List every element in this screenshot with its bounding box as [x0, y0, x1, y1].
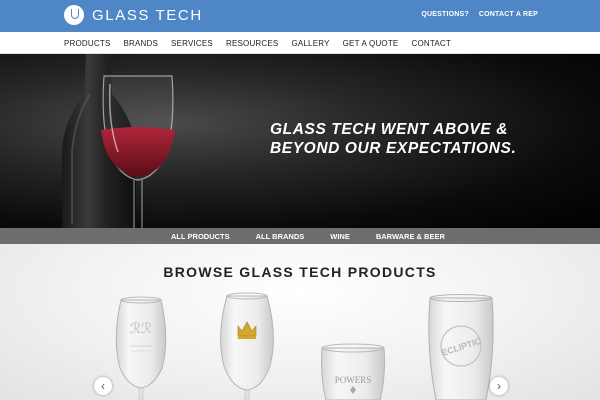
carousel-next-button[interactable]: ›: [490, 377, 508, 395]
product-powers-glass[interactable]: POWERS: [321, 343, 385, 400]
product-wine-glass-engraved[interactable]: ℛℛ: [115, 296, 167, 400]
product-wine-glass-crown[interactable]: [220, 292, 274, 400]
svg-text:ℛℛ: ℛℛ: [130, 322, 152, 337]
powers-engraving: POWERS: [335, 375, 372, 385]
product-glasses: ℛℛ POWERS ECLIPTIC: [115, 292, 494, 400]
product-ecliptic-pint-glass[interactable]: ECLIPTIC: [428, 294, 494, 400]
carousel-prev-button[interactable]: ‹: [94, 377, 112, 395]
